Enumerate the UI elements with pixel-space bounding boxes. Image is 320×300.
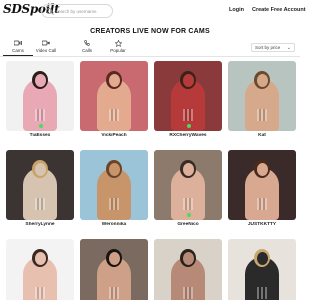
creator-card[interactable]: Kat: [228, 61, 296, 138]
category-tabs: Cams Video Call Calls Popular: [0, 39, 140, 56]
top-bar: SDSpoilt Login Create Free Account: [0, 0, 306, 22]
creator-face: [34, 163, 46, 176]
censor-overlay: [35, 198, 45, 210]
live-indicator: [187, 213, 191, 217]
creator-name[interactable]: JUSTKKTTY: [228, 222, 296, 227]
creator-card[interactable]: [228, 239, 296, 300]
creator-thumbnail[interactable]: [6, 239, 74, 300]
creator-face: [182, 163, 194, 176]
search-input[interactable]: [55, 8, 113, 14]
live-indicator: [187, 124, 191, 128]
creator-name[interactable]: Weronnika: [80, 222, 148, 227]
censor-overlay: [109, 109, 119, 121]
tab-label: Cams: [12, 48, 24, 53]
creator-face: [108, 74, 120, 87]
phone-icon: [72, 40, 102, 47]
video-camera-icon: [3, 40, 33, 47]
creator-thumbnail[interactable]: [228, 239, 296, 300]
creator-thumbnail[interactable]: [228, 150, 296, 220]
creator-name[interactable]: TiaEssex: [6, 133, 74, 138]
censor-overlay: [257, 109, 267, 121]
creator-face: [108, 163, 120, 176]
creator-thumbnail[interactable]: [154, 239, 222, 300]
creator-card[interactable]: GreeNico: [154, 150, 222, 227]
creator-name[interactable]: SherryLynne: [6, 222, 74, 227]
creator-card[interactable]: JUSTKKTTY: [228, 150, 296, 227]
login-link[interactable]: Login: [229, 7, 244, 13]
creator-face: [256, 74, 268, 87]
creator-face: [34, 252, 46, 265]
tab-label: Video Call: [35, 48, 57, 53]
creator-name[interactable]: GreeNico: [154, 222, 222, 227]
creator-thumbnail[interactable]: [154, 150, 222, 220]
tab-label: Popular: [110, 48, 126, 53]
censor-overlay: [35, 109, 45, 121]
creator-card[interactable]: VickiPeach: [80, 61, 148, 138]
search-box[interactable]: [41, 4, 113, 18]
censor-overlay: [257, 198, 267, 210]
creator-face: [182, 74, 194, 87]
creator-card[interactable]: TiaEssex: [6, 61, 74, 138]
creator-thumbnail[interactable]: [6, 61, 74, 131]
creator-thumbnail[interactable]: [6, 150, 74, 220]
creator-card[interactable]: [80, 239, 148, 300]
censor-overlay: [35, 287, 45, 299]
creator-face: [256, 163, 268, 176]
creator-card[interactable]: Weronnika: [80, 150, 148, 227]
creator-thumbnail[interactable]: [80, 61, 148, 131]
live-indicator: [39, 124, 43, 128]
creator-face: [34, 74, 46, 87]
censor-overlay: [109, 287, 119, 299]
creator-card[interactable]: [6, 239, 74, 300]
tab-cams[interactable]: Cams: [3, 40, 33, 56]
creator-name[interactable]: Kat: [228, 133, 296, 138]
creator-card[interactable]: SherryLynne: [6, 150, 74, 227]
sort-selected-value: Sort by price: [255, 45, 281, 50]
sort-select[interactable]: Sort by price ⌄: [251, 43, 295, 52]
creator-name[interactable]: RXCherryWaves: [154, 133, 222, 138]
creator-face: [256, 252, 268, 265]
creator-face: [108, 252, 120, 265]
creator-card[interactable]: RXCherryWaves: [154, 61, 222, 138]
censor-overlay: [109, 198, 119, 210]
create-account-link[interactable]: Create Free Account: [252, 7, 306, 13]
censor-overlay: [183, 287, 193, 299]
creator-card[interactable]: [154, 239, 222, 300]
creator-thumbnail[interactable]: [154, 61, 222, 131]
creator-thumbnail[interactable]: [80, 239, 148, 300]
censor-overlay: [257, 287, 267, 299]
creator-thumbnail[interactable]: [228, 61, 296, 131]
tab-popular[interactable]: Popular: [103, 39, 133, 56]
tab-video-call[interactable]: Video Call: [31, 40, 61, 56]
tabs-divider: [0, 56, 300, 57]
censor-overlay: [183, 109, 193, 121]
tab-calls[interactable]: Calls: [72, 40, 102, 56]
creator-face: [182, 252, 194, 265]
tab-label: Calls: [81, 48, 92, 53]
creator-name[interactable]: VickiPeach: [80, 133, 148, 138]
star-icon: [103, 39, 133, 48]
creator-thumbnail[interactable]: [80, 150, 148, 220]
page-title: CREATORS LIVE NOW FOR CAMS: [90, 28, 210, 35]
video-call-icon: [31, 40, 61, 47]
search-icon: [46, 8, 52, 14]
censor-overlay: [183, 198, 193, 210]
chevron-down-icon: ⌄: [286, 45, 291, 51]
